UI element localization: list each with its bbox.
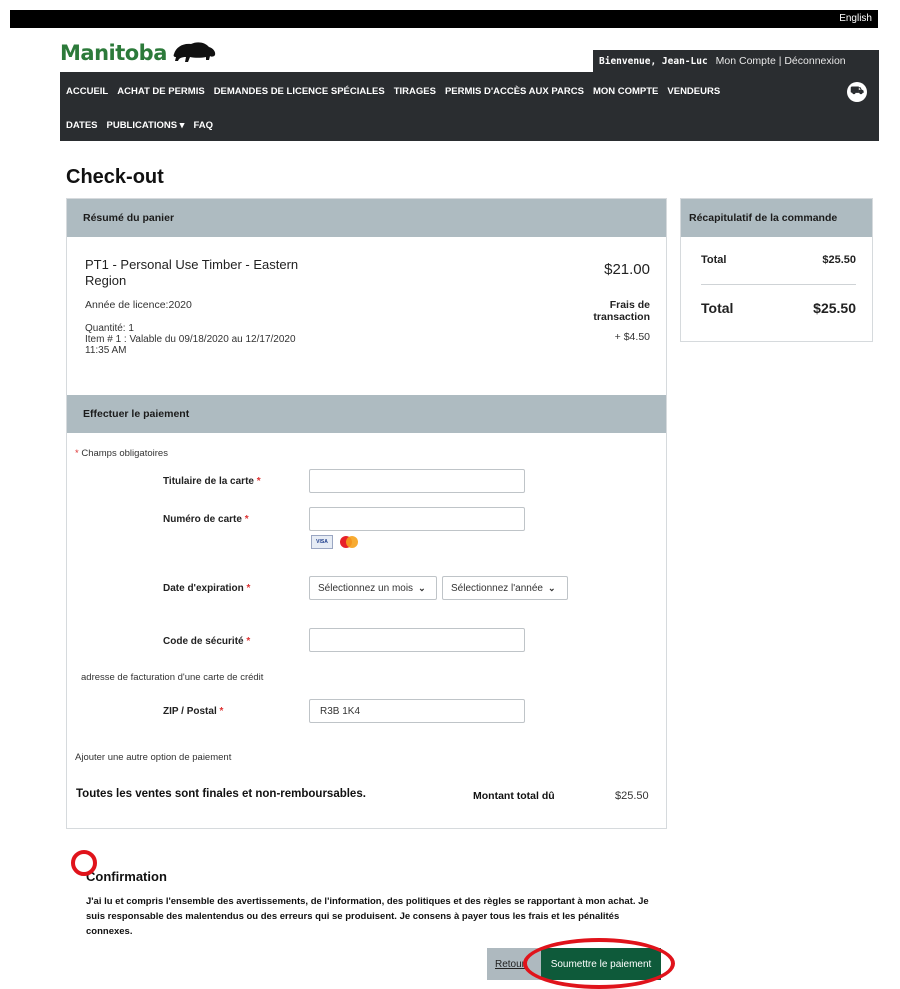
item-quantity: Quantité: 1 — [85, 323, 134, 334]
item-licence-year: Année de licence:2020 — [85, 299, 192, 311]
brand-name: Manitoba — [60, 41, 167, 65]
order-summary-heading: Récapitulatif de la commande — [681, 199, 872, 237]
bison-icon — [173, 42, 216, 62]
grand-total-label: Total — [701, 300, 734, 316]
manitoba-logo[interactable]: Manitoba — [60, 36, 217, 70]
order-summary-panel: Récapitulatif de la commande Total $25.5… — [680, 198, 873, 342]
account-links[interactable]: Mon Compte | Déconnexion — [716, 55, 846, 67]
cardholder-label: Titulaire de la carte * — [163, 476, 261, 487]
nav-tirages[interactable]: TIRAGES — [394, 86, 436, 97]
cardholder-input[interactable] — [309, 469, 525, 493]
item-validity: Item # 1 : Valable du 09/18/2020 au 12/1… — [85, 334, 296, 356]
transaction-fee-amount: + $4.50 — [614, 331, 650, 343]
nav-row-primary: ACCUEIL ACHAT DE PERMIS DEMANDES DE LICE… — [66, 86, 720, 97]
final-sale-notice: Toutes les ventes sont finales et non-re… — [76, 788, 366, 800]
checkout-panel: Résumé du panier PT1 - Personal Use Timb… — [66, 198, 667, 829]
expiry-label: Date d'expiration * — [163, 583, 251, 594]
nav-vendeurs[interactable]: VENDEURS — [667, 86, 720, 97]
nav-permis-parcs[interactable]: PERMIS D'ACCÈS AUX PARCS — [445, 86, 584, 97]
mastercard-icon — [338, 535, 360, 549]
security-code-input[interactable] — [309, 628, 525, 652]
chevron-down-icon: ⌄ — [547, 582, 556, 593]
item-name: PT1 - Personal Use Timber - Eastern Regi… — [85, 257, 299, 288]
expiry-year-select[interactable]: Sélectionnez l'année ⌄ — [442, 576, 568, 600]
transaction-fee-label: Frais de transaction — [593, 299, 650, 323]
grand-total-value: $25.50 — [813, 300, 856, 316]
nav-achat-de-permis[interactable]: ACHAT DE PERMIS — [117, 86, 204, 97]
welcome-text: Bienvenue, Jean-Luc — [599, 55, 708, 67]
postal-code-label: ZIP / Postal * — [163, 706, 224, 717]
language-bar: English — [10, 10, 878, 28]
nav-dates[interactable]: DATES — [66, 120, 98, 131]
postal-code-input[interactable]: R3B 1K4 — [309, 699, 525, 723]
summary-total-label: Total — [701, 254, 727, 266]
payment-heading: Effectuer le paiement — [67, 395, 666, 433]
confirmation-title: Confirmation — [86, 869, 167, 884]
accepted-cards: VISA — [311, 535, 360, 549]
chevron-down-icon: ⌄ — [418, 582, 426, 593]
security-code-label: Code de sécurité * — [163, 636, 251, 647]
nav-faq[interactable]: FAQ — [193, 120, 213, 131]
nav-mon-compte[interactable]: MON COMPTE — [593, 86, 658, 97]
total-due-amount: $25.50 — [615, 790, 649, 802]
account-bar: Bienvenue, Jean-Luc Mon Compte | Déconne… — [593, 50, 879, 72]
main-nav: ACCUEIL ACHAT DE PERMIS DEMANDES DE LICE… — [60, 72, 879, 141]
page-title: Check-out — [66, 166, 164, 188]
expiry-month-select[interactable]: Sélectionnez un mois ⌄ — [309, 576, 437, 600]
nav-row-secondary: DATES PUBLICATIONS ▾ FAQ — [66, 120, 213, 131]
summary-divider — [701, 284, 856, 285]
add-payment-option-link[interactable]: Ajouter une autre option de paiement — [75, 752, 231, 763]
summary-total-value: $25.50 — [822, 254, 856, 266]
nav-demandes-licence[interactable]: DEMANDES DE LICENCE SPÉCIALES — [214, 86, 385, 97]
annotation-oval — [523, 938, 675, 989]
summary-total-row: Total $25.50 — [701, 254, 856, 266]
billing-address-note: adresse de facturation d'une carte de cr… — [81, 672, 264, 683]
visa-card-icon: VISA — [311, 535, 333, 549]
card-number-input[interactable] — [309, 507, 525, 531]
required-asterisk: * — [75, 448, 79, 459]
required-note: * Champs obligatoires — [75, 448, 168, 459]
language-link[interactable]: English — [839, 13, 872, 24]
item-price: $21.00 — [604, 261, 650, 278]
item-details: Quantité: 1 Item # 1 : Valable du 09/18/… — [85, 323, 305, 356]
card-number-label: Numéro de carte * — [163, 514, 249, 525]
summary-grand-total-row: Total $25.50 — [701, 300, 856, 316]
total-due-label: Montant total dû — [473, 790, 555, 802]
confirmation-text: J'ai lu et compris l'ensemble des averti… — [86, 896, 649, 937]
nav-accueil[interactable]: ACCUEIL — [66, 86, 108, 97]
annotation-circle — [71, 850, 97, 876]
cart-icon[interactable]: ⛟ — [847, 82, 867, 102]
cart-summary-heading: Résumé du panier — [67, 199, 666, 237]
nav-publications[interactable]: PUBLICATIONS ▾ — [107, 120, 185, 131]
